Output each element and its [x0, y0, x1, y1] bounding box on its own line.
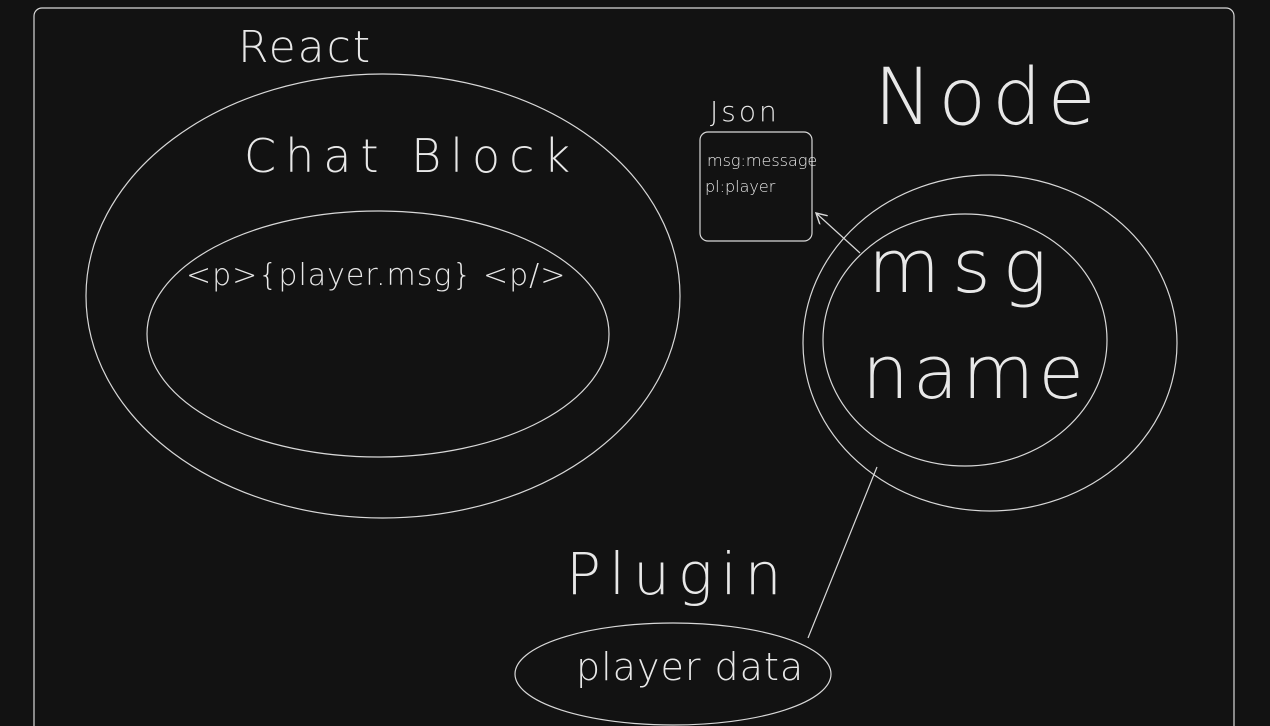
react-label: React	[238, 22, 372, 73]
chat-block-label: Chat Block	[244, 129, 579, 183]
json-line-1: msg:message	[707, 151, 817, 170]
name-field-label: name	[862, 330, 1088, 416]
react-inner-ellipse	[146, 210, 610, 458]
react-group: React Chat Block <p>{player.msg} <p/>	[85, 22, 681, 519]
json-line-2: pl:player	[705, 177, 776, 196]
json-group: Json msg:message pl:player	[699, 95, 817, 242]
msg-field-label: msg	[868, 224, 1059, 310]
player-data-label: player data	[576, 645, 804, 689]
plugin-to-node-connector	[807, 466, 878, 639]
plugin-group: Plugin player data	[514, 540, 832, 726]
node-group: Node msg name	[802, 53, 1178, 512]
node-to-json-arrow	[816, 213, 861, 254]
code-snippet: <p>{player.msg} <p/>	[186, 258, 566, 293]
json-label: Json	[710, 95, 780, 128]
whiteboard-canvas: React Chat Block <p>{player.msg} <p/> Js…	[33, 7, 1235, 726]
node-label: Node	[874, 53, 1102, 143]
plugin-label: Plugin	[566, 540, 790, 608]
